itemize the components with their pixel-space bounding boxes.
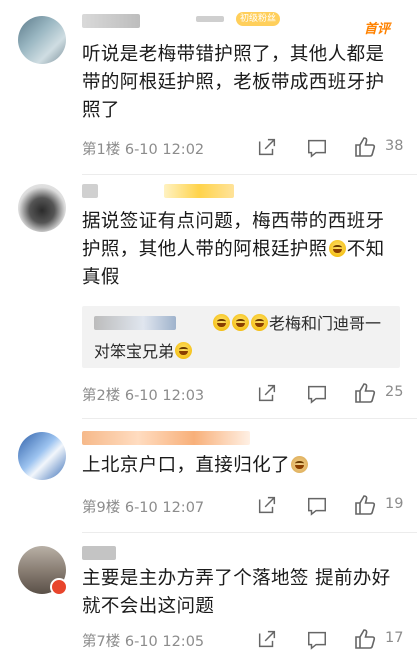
like-count: 17 xyxy=(385,630,404,646)
like-count: 38 xyxy=(385,138,404,154)
avatar[interactable] xyxy=(18,16,66,64)
first-comment-tag: 首评 xyxy=(364,22,391,37)
floor-and-time: 第1楼 6-10 12:02 xyxy=(82,142,205,158)
comment-icon[interactable] xyxy=(305,137,329,159)
laugh-cry-emoji xyxy=(232,314,249,331)
floor-and-time: 第9楼 6-10 12:07 xyxy=(82,500,205,516)
comment-text: 据说签证有点问题，梅西带的西班牙护照，其他人带的阿根廷护照 不知真假 xyxy=(82,211,385,288)
share-icon[interactable] xyxy=(256,136,278,158)
laugh-cry-emoji xyxy=(175,342,193,359)
comment-meta: 第9楼 6-10 12:07 19 xyxy=(82,493,417,518)
reply-quote[interactable]: 老梅和门迪哥一对笨宝兄弟 xyxy=(82,306,400,368)
divider xyxy=(82,418,417,419)
comment-text: 听说是老梅带错护照了，其他人都是带的阿根廷护照，老板带成西班牙护照了 xyxy=(82,44,385,121)
username-blurred-2 xyxy=(164,184,234,198)
like-count: 19 xyxy=(385,496,404,512)
comment-icon[interactable] xyxy=(305,629,329,651)
like-count: 25 xyxy=(385,384,404,400)
laugh-cry-emoji xyxy=(328,240,346,257)
share-icon[interactable] xyxy=(256,494,278,516)
comment-meta: 第1楼 6-10 12:02 38 xyxy=(82,135,417,160)
avatar[interactable] xyxy=(18,184,66,232)
floor-and-time: 第7楼 6-10 12:05 xyxy=(82,634,205,650)
share-icon[interactable] xyxy=(256,382,278,404)
comment-meta: 第2楼 6-10 12:03 25 xyxy=(82,381,417,406)
username-blurred[interactable] xyxy=(82,184,98,198)
thumbs-up-icon[interactable] xyxy=(353,493,377,517)
username-blurred[interactable] xyxy=(82,546,116,560)
username-blurred[interactable] xyxy=(82,14,140,28)
comment-text: 主要是主办方弄了个落地签 提前办好就不会出这问题 xyxy=(82,568,391,617)
comment-meta: 第7楼 6-10 12:05 17 xyxy=(82,627,417,652)
fan-badge: 初级粉丝 xyxy=(236,12,281,26)
avatar[interactable] xyxy=(18,432,66,480)
share-icon[interactable] xyxy=(256,628,278,650)
reply-text: 老梅和门迪哥一对笨宝兄弟 xyxy=(94,314,382,361)
thumbs-up-icon[interactable] xyxy=(353,627,377,651)
comment-text: 上北京户口，直接归化了 xyxy=(82,452,403,480)
username-blurred-2 xyxy=(196,16,224,22)
thumbs-up-icon[interactable] xyxy=(353,381,377,405)
laugh-cry-emoji xyxy=(213,314,230,331)
floor-and-time: 第2楼 6-10 12:03 xyxy=(82,388,205,404)
comment-icon[interactable] xyxy=(305,383,329,405)
laugh-cry-emoji xyxy=(251,314,268,331)
comment-icon[interactable] xyxy=(305,495,329,517)
thumbs-up-icon[interactable] xyxy=(353,135,377,159)
avatar-badge xyxy=(50,578,68,596)
username-blurred[interactable] xyxy=(82,431,250,445)
divider xyxy=(82,532,417,533)
divider xyxy=(82,174,417,175)
doge-emoji xyxy=(290,456,308,473)
